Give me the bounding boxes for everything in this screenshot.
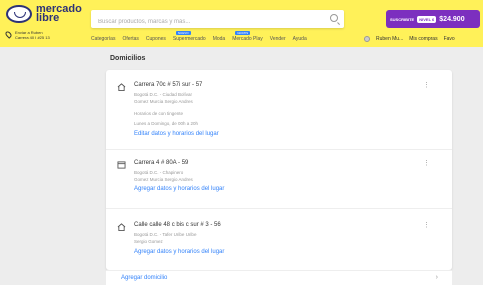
address-contact: Gomez Murcia Sergio Andres: [134, 177, 193, 182]
subscription-banner[interactable]: SUSCRIBITE NIVEL 6 $24.900: [386, 10, 480, 28]
address-item: Calle calle 48 c bis c sur # 3 - 56 Bogo…: [106, 209, 452, 270]
address-city: Bogotá D.C. - Ciudad Bolívar: [134, 92, 193, 97]
nav-moda[interactable]: Moda: [213, 36, 226, 42]
more-options-icon[interactable]: ⋮: [423, 82, 430, 89]
my-purchases-link[interactable]: Mis compras: [409, 36, 437, 42]
search-icon[interactable]: [330, 14, 338, 22]
location-line2: Carrera 40 I #25 13: [15, 35, 50, 40]
nav-vender[interactable]: Vender: [270, 36, 286, 42]
add-address-link: Agregar domicilio: [121, 275, 168, 281]
mercadolibre-logo[interactable]: mercado libre: [6, 4, 82, 24]
address-title: Carrera 4 # 80A - 59: [134, 160, 189, 166]
user-nav: Ruben Mu... Mis compras Favo: [364, 36, 455, 42]
address-title: Carrera 70c # 57i sur - 57: [134, 82, 203, 88]
free-badge: GRATIS: [235, 31, 251, 35]
address-hours: Lunes a Domingo, de 00h a 20h: [134, 121, 199, 126]
more-options-icon[interactable]: ⋮: [423, 222, 430, 229]
edit-address-link[interactable]: Editar datos y horarios del lugar: [134, 131, 219, 137]
store-icon: [117, 161, 126, 169]
page-title: Domicilios: [110, 55, 146, 62]
addresses-card: Carrera 70c # 57i sur - 57 Bogotá D.C. -…: [106, 70, 452, 270]
account-menu[interactable]: Ruben Mu...: [376, 36, 403, 42]
more-options-icon[interactable]: ⋮: [423, 160, 430, 167]
main-nav: Categorías Ofertas Cupones NUEVO Superme…: [91, 31, 307, 42]
nav-cupones[interactable]: Cupones: [146, 36, 166, 42]
logo-line2: libre: [36, 12, 60, 24]
new-badge: NUEVO: [175, 31, 191, 35]
address-hours-label: Horarios de con tingente: [134, 111, 184, 116]
address-item: Carrera 70c # 57i sur - 57 Bogotá D.C. -…: [106, 70, 452, 150]
address-title: Calle calle 48 c bis c sur # 3 - 56: [134, 222, 221, 228]
address-item: Carrera 4 # 80A - 59 Bogotá D.C. - Chapi…: [106, 150, 452, 209]
nav-supermercado[interactable]: NUEVO Supermercado: [172, 31, 206, 42]
nav-mercado-play[interactable]: GRATIS Mercado Play: [232, 31, 263, 42]
favorites-link[interactable]: Favo: [444, 36, 455, 42]
nav-ofertas[interactable]: Ofertas: [122, 36, 138, 42]
address-contact: Sergio Gomez: [134, 239, 163, 244]
home-icon: [117, 83, 126, 91]
search-input[interactable]: [91, 13, 316, 31]
nav-categorias[interactable]: Categorías: [91, 36, 115, 42]
home-icon: [117, 223, 126, 231]
promo-level-badge: NIVEL 6: [417, 15, 437, 23]
nav-supermercado-label: Supermercado: [172, 36, 206, 42]
add-address-details-link[interactable]: Agregar datos y horarios del lugar: [134, 249, 224, 255]
promo-price: $24.900: [439, 15, 465, 23]
address-city: Bogotá D.C. - Chapinero: [134, 170, 184, 175]
avatar[interactable]: [364, 36, 370, 42]
nav-ayuda[interactable]: Ayuda: [293, 36, 307, 42]
chevron-right-icon: ›: [435, 274, 438, 281]
location-pin-icon: [4, 30, 13, 39]
header: mercado libre SUSCRIBITE NIVEL 6 $24.900…: [0, 0, 483, 47]
address-city: Bogotá D.C. - Tafer Uribe Uribe: [134, 232, 197, 237]
nav-mercado-play-label: Mercado Play: [232, 36, 263, 42]
promo-text: SUSCRIBITE: [390, 16, 415, 22]
delivery-location[interactable]: Enviar a Ruben Carrera 40 I #25 13: [4, 30, 50, 40]
address-contact: Gomez Murcia Sergio Andres: [134, 99, 193, 104]
add-address-row[interactable]: Agregar domicilio ›: [106, 270, 452, 285]
handshake-icon: [6, 5, 32, 23]
add-address-details-link[interactable]: Agregar datos y horarios del lugar: [134, 186, 224, 192]
search-bar: [91, 10, 344, 31]
